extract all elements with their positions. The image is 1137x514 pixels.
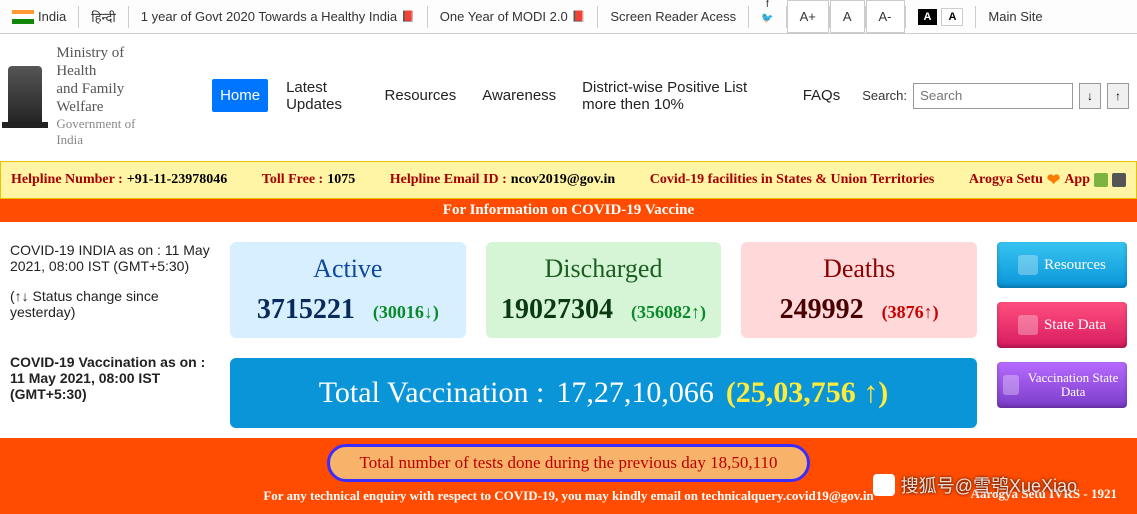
heart-icon: ❤ <box>1047 170 1060 190</box>
status-notes: COVID-19 INDIA as on : 11 May 2021, 08:0… <box>10 242 210 428</box>
state-data-button[interactable]: State Data <box>997 302 1127 348</box>
arogya-app-link[interactable]: Arogya Setu❤App <box>969 170 1126 190</box>
discharged-delta: (356082↑) <box>631 302 706 323</box>
font-increase-button[interactable]: A+ <box>787 0 829 33</box>
vac-as-on-text: COVID-19 Vaccination as on : 11 May 2021… <box>10 354 210 402</box>
helpline-bar: Helpline Number :+91-11-23978046 Toll Fr… <box>0 161 1137 199</box>
dark-scheme-button[interactable]: A <box>918 9 938 25</box>
helpline-email[interactable]: Helpline Email ID :ncov2019@gov.in <box>390 172 616 188</box>
sort-down-button[interactable]: ↓ <box>1079 83 1101 109</box>
vac-state-data-button[interactable]: Vaccination State Data <box>997 362 1127 408</box>
screen-reader-link[interactable]: Screen Reader Acess <box>598 0 748 33</box>
deaths-card[interactable]: Deaths 249992 (3876↑) <box>741 242 977 338</box>
search-bar: Search: ↓ ↑ <box>862 83 1129 109</box>
active-delta: (30016↓) <box>373 302 439 323</box>
state-icon <box>1018 315 1038 335</box>
india-flag-icon <box>12 10 34 24</box>
vaccination-card[interactable]: Total Vaccination : 17,27,10,066 (25,03,… <box>230 358 977 428</box>
apple-icon <box>1112 173 1126 187</box>
nav-home[interactable]: Home <box>212 79 268 112</box>
discharged-card[interactable]: Discharged 19027304 (356082↑) <box>486 242 722 338</box>
nav-resources[interactable]: Resources <box>377 79 465 112</box>
sohu-icon <box>873 474 895 496</box>
android-icon <box>1094 173 1108 187</box>
resources-icon <box>1018 255 1038 275</box>
country-label: India <box>38 9 66 24</box>
deaths-title: Deaths <box>749 254 969 284</box>
font-decrease-button[interactable]: A- <box>866 0 905 33</box>
main-site-link[interactable]: Main Site <box>976 0 1054 33</box>
discharged-value: 19027304 <box>501 294 613 326</box>
facilities-link[interactable]: Covid-19 facilities in States & Union Te… <box>650 172 935 188</box>
ministry-title: Ministry of Health and Family Welfare Go… <box>56 44 158 147</box>
main-nav: Home Latest Updates Resources Awareness … <box>212 71 848 121</box>
vaccine-info-banner[interactable]: For Information on COVID-19 Vaccine <box>0 199 1137 222</box>
change-note: (↑↓ Status change since yesterday) <box>10 288 210 320</box>
active-card[interactable]: Active 3715221 (30016↓) <box>230 242 466 338</box>
resources-button[interactable]: Resources <box>997 242 1127 288</box>
discharged-title: Discharged <box>494 254 714 284</box>
vaccination-label: Total Vaccination : <box>319 376 545 410</box>
watermark: 搜狐号@雪鸮XueXiao <box>873 472 1077 498</box>
vaccination-value: 17,27,10,066 <box>556 376 714 410</box>
font-normal-button[interactable]: A <box>830 0 865 33</box>
color-scheme-switch[interactable]: A A <box>906 0 976 33</box>
nav-latest[interactable]: Latest Updates <box>278 71 366 121</box>
side-buttons: Resources State Data Vaccination State D… <box>997 242 1127 428</box>
stats-section: COVID-19 INDIA as on : 11 May 2021, 08:0… <box>0 222 1137 438</box>
book-icon: 📕 <box>572 10 586 23</box>
vaccination-delta: (25,03,756 ↑) <box>726 376 888 410</box>
site-header: Ministry of Health and Family Welfare Go… <box>0 34 1137 161</box>
nav-faqs[interactable]: FAQs <box>795 79 849 112</box>
sort-up-button[interactable]: ↑ <box>1107 83 1129 109</box>
helpline-number: Helpline Number :+91-11-23978046 <box>11 172 227 188</box>
govt-year-link[interactable]: 1 year of Govt 2020 Towards a Healthy In… <box>129 0 427 33</box>
search-input[interactable] <box>913 83 1073 109</box>
tests-highlight: Total number of tests done during the pr… <box>327 444 811 482</box>
syringe-icon <box>1003 375 1019 395</box>
lang-link[interactable]: हिन्दी <box>79 0 128 33</box>
nav-district[interactable]: District-wise Positive List more then 10… <box>574 71 785 121</box>
social-icons[interactable]: f🐦 <box>749 0 785 33</box>
deaths-value: 249992 <box>780 294 864 326</box>
emblem-icon <box>8 66 42 126</box>
gov-topbar: India हिन्दी 1 year of Govt 2020 Towards… <box>0 0 1137 34</box>
country-flag: India <box>0 0 78 33</box>
active-title: Active <box>238 254 458 284</box>
active-value: 3715221 <box>257 294 355 326</box>
toll-free: Toll Free :1075 <box>262 172 355 188</box>
modi-year-link[interactable]: One Year of MODI 2.0 📕 <box>428 0 598 33</box>
book-icon: 📕 <box>401 10 415 23</box>
light-scheme-button[interactable]: A <box>941 8 963 26</box>
as-on-text: COVID-19 INDIA as on : 11 May 2021, 08:0… <box>10 242 210 274</box>
deaths-delta: (3876↑) <box>882 302 939 323</box>
nav-awareness[interactable]: Awareness <box>474 79 564 112</box>
twitter-icon: 🐦 <box>761 14 773 24</box>
search-label: Search: <box>862 88 907 103</box>
facebook-icon: f <box>766 0 769 10</box>
